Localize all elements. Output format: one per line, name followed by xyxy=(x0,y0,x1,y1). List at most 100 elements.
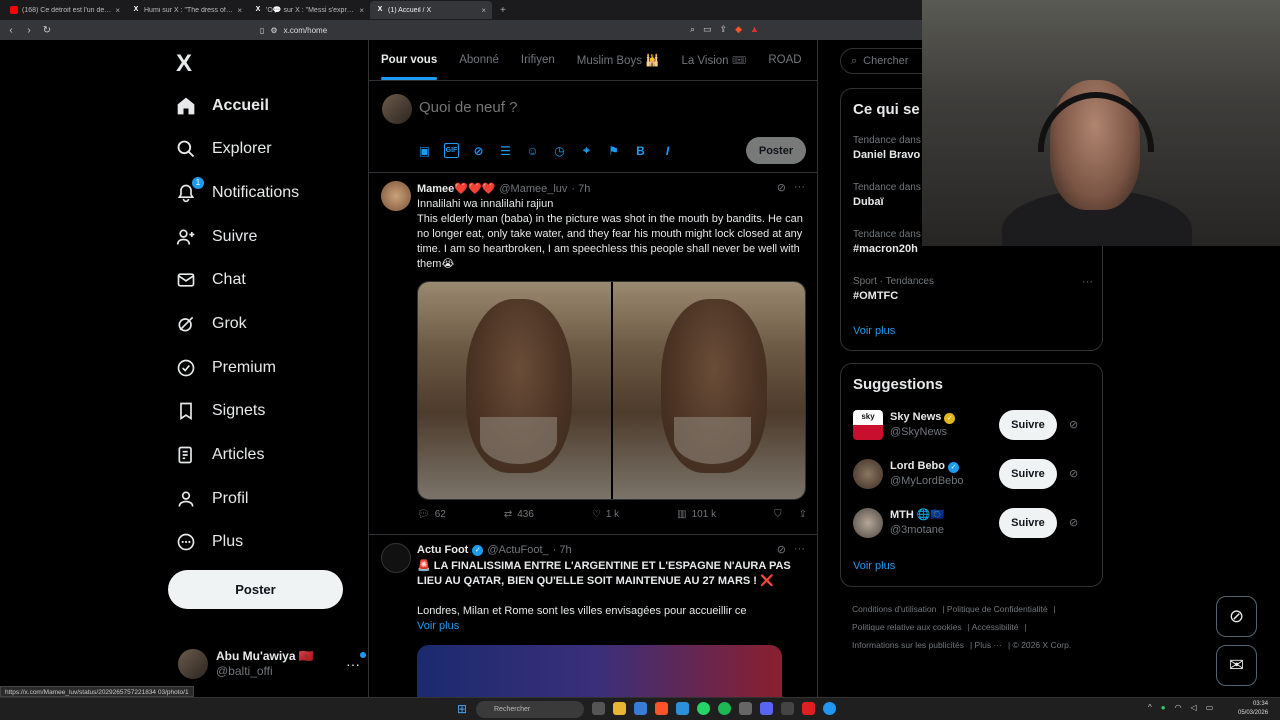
tab-irifiyen[interactable]: Irifiyen xyxy=(521,54,555,66)
tweet-time[interactable]: · 7h xyxy=(571,183,590,195)
close-tab-icon[interactable]: × xyxy=(237,6,242,15)
avatar[interactable] xyxy=(381,181,411,211)
windows-start-icon[interactable]: ⊞ xyxy=(457,702,471,716)
forward-icon[interactable]: › xyxy=(24,25,34,36)
close-tab-icon[interactable]: × xyxy=(115,6,120,15)
rewards-icon[interactable]: ▲ xyxy=(750,24,759,35)
folder-icon[interactable] xyxy=(634,702,647,715)
bookmark-page-icon[interactable]: ▯ xyxy=(260,26,264,35)
taskbar-search[interactable]: Rechercher xyxy=(476,701,584,718)
footer-link[interactable]: Informations sur les publicités xyxy=(852,640,964,650)
gif-icon[interactable]: GIF xyxy=(444,143,459,158)
account-switcher[interactable]: Abu Mu'awiya 🇲🇦 @balti_offi ··· xyxy=(178,646,366,682)
bookmark-button[interactable]: ⛉ ⇪ xyxy=(774,509,807,520)
app-icon[interactable] xyxy=(676,702,689,715)
italic-icon[interactable]: I xyxy=(660,143,675,158)
back-icon[interactable]: ‹ xyxy=(6,25,16,36)
volume-icon[interactable]: ◁ xyxy=(1191,703,1197,712)
app-icon[interactable] xyxy=(781,702,794,715)
browser-tab[interactable]: X Humi sur X : "The dress of someone » × xyxy=(126,1,248,19)
wifi-icon[interactable]: ◠ xyxy=(1175,703,1182,712)
schedule-icon[interactable]: ◷ xyxy=(552,143,567,158)
tweet-author-handle[interactable]: @ActuFoot_ xyxy=(487,544,548,556)
sidebar-item-accueil[interactable]: Accueil xyxy=(176,86,269,126)
sidebar-item-notifications[interactable]: 1 Notifications xyxy=(176,173,299,213)
grok-icon[interactable]: ⊘ xyxy=(471,143,486,158)
browser-tab-active[interactable]: X (1) Accueil / X × xyxy=(370,1,492,19)
sidebar-item-explorer[interactable]: Explorer xyxy=(176,129,272,169)
tweet[interactable]: Mamee❤️❤️❤️ @Mamee_luv · 7h ⊘ ··· Innali… xyxy=(369,173,817,535)
more-icon[interactable]: ··· xyxy=(794,181,805,194)
tab-road[interactable]: ROAD xyxy=(768,54,801,66)
battery-icon[interactable]: ▭ xyxy=(1206,703,1214,712)
tweet-author-name[interactable]: Mamee❤️❤️❤️ xyxy=(417,182,495,195)
url-field[interactable]: ▯ ⚙ x.com/home xyxy=(260,26,327,35)
like-button[interactable]: ♡ 1 k xyxy=(592,509,619,520)
footer-link[interactable]: Accessibilité xyxy=(972,622,1019,632)
network-icon[interactable]: ● xyxy=(1161,703,1166,712)
tweet-time[interactable]: · 7h xyxy=(553,544,572,556)
avatar[interactable] xyxy=(853,508,883,538)
post-button[interactable]: Poster xyxy=(168,570,343,609)
cast-icon[interactable]: ▭ xyxy=(703,24,712,35)
share-icon[interactable]: ⇪ xyxy=(720,24,728,35)
close-tab-icon[interactable]: × xyxy=(481,6,486,15)
zoom-icon[interactable]: ⌕ xyxy=(690,24,695,35)
dismiss-icon[interactable]: ⊘ xyxy=(1069,516,1078,529)
grok-icon[interactable]: ⊘ xyxy=(777,543,786,556)
browser-tab[interactable]: (168) Ce détroit est l'un des enjeux » × xyxy=(4,1,126,19)
close-tab-icon[interactable]: × xyxy=(359,6,364,15)
more-icon[interactable]: ··· xyxy=(1082,276,1093,288)
emoji-icon[interactable]: ☺ xyxy=(525,143,540,158)
image-icon[interactable]: ▣ xyxy=(417,143,432,158)
discord-icon[interactable] xyxy=(760,702,773,715)
more-icon[interactable]: ··· xyxy=(346,656,360,672)
views-button[interactable]: ▥ 101 k xyxy=(677,509,716,520)
footer-link[interactable]: Plus ··· xyxy=(975,640,1002,650)
suggestion-item[interactable]: MTH 🌐🇪🇺 @3motane Suivre ⊘ xyxy=(853,507,1093,539)
taskbar-clock[interactable]: 03:34 05/03/2026 xyxy=(1238,700,1268,718)
spotify-icon[interactable] xyxy=(718,702,731,715)
brave-browser-icon[interactable] xyxy=(655,702,668,715)
footer-link[interactable]: Politique relative aux cookies xyxy=(852,622,962,632)
tweet-author-handle[interactable]: @Mamee_luv xyxy=(499,183,567,195)
app-icon[interactable] xyxy=(739,702,752,715)
tweet-author-name[interactable]: Actu Foot xyxy=(417,544,468,556)
sidebar-item-signets[interactable]: Signets xyxy=(176,391,265,431)
trends-see-more-link[interactable]: Voir plus xyxy=(853,325,895,337)
new-tab-button[interactable]: + xyxy=(492,5,506,16)
tab-pour-vous[interactable]: Pour vous xyxy=(381,54,438,80)
sidebar-item-plus[interactable]: Plus xyxy=(176,522,243,562)
dismiss-icon[interactable]: ⊘ xyxy=(1069,467,1078,480)
follow-button[interactable]: Suivre xyxy=(999,508,1057,538)
sidebar-item-articles[interactable]: Articles xyxy=(176,435,264,475)
suggestions-see-more-link[interactable]: Voir plus xyxy=(853,560,895,572)
location-icon[interactable]: ⌖ xyxy=(579,143,594,158)
tweet-media[interactable] xyxy=(417,281,806,500)
bold-icon[interactable]: B xyxy=(633,143,648,158)
messages-fab[interactable]: ✉ xyxy=(1216,645,1257,686)
avatar[interactable]: sky xyxy=(853,410,883,440)
follow-button[interactable]: Suivre xyxy=(999,459,1057,489)
more-icon[interactable]: ··· xyxy=(794,543,805,556)
show-more-link[interactable]: Voir plus xyxy=(417,619,807,634)
sidebar-item-premium[interactable]: Premium xyxy=(176,348,276,388)
browser-tab[interactable]: X 'O💬 sur X : "Messi s'exprime à prop » … xyxy=(248,1,370,19)
reload-icon[interactable]: ↻ xyxy=(42,25,52,36)
suggestion-item[interactable]: sky Sky News ✓ @SkyNews Suivre ⊘ xyxy=(853,409,1093,441)
footer-link[interactable]: Politique de Confidentialité xyxy=(947,604,1048,614)
reply-button[interactable]: 💬︎ 62 xyxy=(417,509,446,520)
repost-button[interactable]: ⇄ 436 xyxy=(504,509,534,520)
compose-post-button[interactable]: Poster xyxy=(746,137,806,164)
sidebar-item-profil[interactable]: Profil xyxy=(176,479,248,519)
avatar[interactable] xyxy=(381,543,411,573)
sidebar-item-chat[interactable]: Chat xyxy=(176,260,246,300)
url-text[interactable]: x.com/home xyxy=(284,26,328,35)
avatar[interactable] xyxy=(853,459,883,489)
task-view-icon[interactable] xyxy=(592,702,605,715)
tweet[interactable]: Actu Foot ✓ @ActuFoot_ · 7h ⊘ ··· 🚨 LA F… xyxy=(369,535,817,700)
compose-input[interactable] xyxy=(419,99,719,116)
sidebar-item-suivre[interactable]: Suivre xyxy=(176,217,257,257)
x-logo[interactable]: X xyxy=(176,50,192,78)
tweet-photo[interactable] xyxy=(418,282,611,499)
